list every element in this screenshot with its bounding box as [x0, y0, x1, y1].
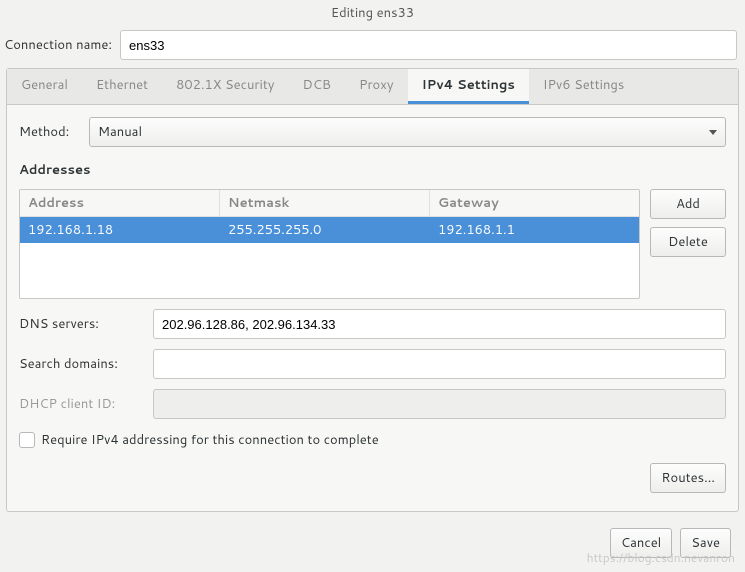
tab-bar: General Ethernet 802.1X Security DCB Pro…	[7, 69, 738, 105]
method-combo[interactable]: Manual	[89, 117, 726, 147]
dns-label: DNS servers:	[19, 315, 145, 333]
dhcp-client-id-input	[153, 389, 726, 419]
addresses-buttons: Add Delete	[650, 189, 726, 299]
chevron-down-icon	[709, 130, 717, 135]
search-domains-row: Search domains:	[19, 349, 726, 379]
connection-name-row: Connection name:	[0, 26, 745, 68]
cell-gateway: 192.168.1.1	[430, 217, 639, 243]
tab-ipv4[interactable]: IPv4 Settings	[408, 69, 529, 104]
method-row: Method: Manual	[19, 117, 726, 147]
tab-general[interactable]: General	[7, 69, 82, 104]
tab-ipv6[interactable]: IPv6 Settings	[529, 69, 638, 104]
notebook: General Ethernet 802.1X Security DCB Pro…	[6, 68, 739, 512]
method-label: Method:	[19, 123, 77, 141]
header-gateway[interactable]: Gateway	[430, 190, 639, 216]
routes-button[interactable]: Routes…	[650, 463, 726, 493]
dhcp-client-id-label: DHCP client ID:	[19, 395, 145, 413]
addresses-header-row: Address Netmask Gateway	[20, 190, 639, 217]
addresses-section-label: Addresses	[19, 161, 726, 179]
dialog-footer: Cancel Save	[0, 518, 745, 572]
require-ipv4-row: Require IPv4 addressing for this connect…	[19, 431, 726, 449]
window: Editing ens33 Connection name: General E…	[0, 0, 745, 572]
tab-proxy[interactable]: Proxy	[345, 69, 408, 104]
search-domains-input[interactable]	[153, 349, 726, 379]
ipv4-settings-panel: Method: Manual Addresses Address Netmask…	[7, 105, 738, 511]
cell-address: 192.168.1.18	[20, 217, 220, 243]
dns-row: DNS servers:	[19, 309, 726, 339]
window-title: Editing ens33	[0, 0, 745, 26]
addresses-table[interactable]: Address Netmask Gateway 192.168.1.18 255…	[19, 189, 640, 299]
search-domains-label: Search domains:	[19, 355, 145, 373]
tab-8021x[interactable]: 802.1X Security	[162, 69, 288, 104]
delete-button[interactable]: Delete	[650, 227, 726, 257]
addresses-area: Address Netmask Gateway 192.168.1.18 255…	[19, 189, 726, 299]
connection-name-label: Connection name:	[4, 36, 112, 54]
method-value: Manual	[98, 123, 142, 141]
table-row[interactable]: 192.168.1.18 255.255.255.0 192.168.1.1	[20, 217, 639, 243]
connection-name-input[interactable]	[120, 30, 737, 60]
header-address[interactable]: Address	[20, 190, 220, 216]
cell-netmask: 255.255.255.0	[220, 217, 430, 243]
cancel-button[interactable]: Cancel	[610, 528, 672, 558]
require-ipv4-label: Require IPv4 addressing for this connect…	[41, 431, 379, 449]
tab-dcb[interactable]: DCB	[289, 69, 345, 104]
dns-input[interactable]	[153, 309, 726, 339]
save-button[interactable]: Save	[680, 528, 731, 558]
require-ipv4-checkbox[interactable]	[19, 432, 35, 448]
dhcp-client-id-row: DHCP client ID:	[19, 389, 726, 419]
routes-row: Routes…	[19, 463, 726, 493]
header-netmask[interactable]: Netmask	[220, 190, 430, 216]
tab-ethernet[interactable]: Ethernet	[82, 69, 162, 104]
add-button[interactable]: Add	[650, 189, 726, 219]
